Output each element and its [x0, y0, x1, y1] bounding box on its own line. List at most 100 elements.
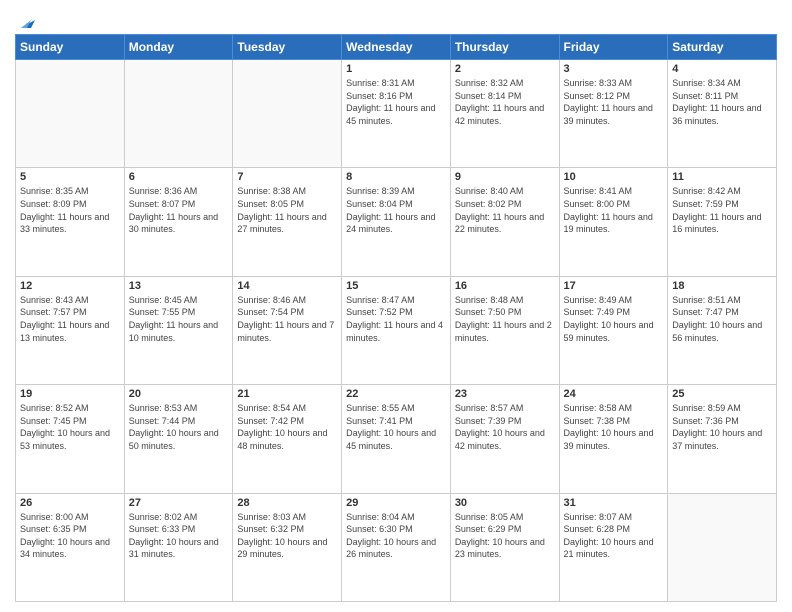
day-number: 1: [346, 63, 446, 75]
day-info: Sunrise: 8:59 AM Sunset: 7:36 PM Dayligh…: [672, 402, 772, 452]
calendar-cell: 25 Sunrise: 8:59 AM Sunset: 7:36 PM Dayli…: [668, 385, 777, 493]
calendar-cell: 18 Sunrise: 8:51 AM Sunset: 7:47 PM Dayli…: [668, 276, 777, 384]
day-info: Sunrise: 8:48 AM Sunset: 7:50 PM Dayligh…: [455, 294, 555, 344]
calendar-week-1: 1 Sunrise: 8:31 AM Sunset: 8:16 PM Daylig…: [16, 60, 777, 168]
day-header-sunday: Sunday: [16, 35, 125, 60]
logo-icon: [17, 10, 39, 32]
day-info: Sunrise: 8:03 AM Sunset: 6:32 PM Dayligh…: [237, 511, 337, 561]
day-info: Sunrise: 8:49 AM Sunset: 7:49 PM Dayligh…: [564, 294, 664, 344]
calendar-cell: 20 Sunrise: 8:53 AM Sunset: 7:44 PM Dayli…: [124, 385, 233, 493]
calendar-cell: 2Sunrise: 8:32 AM Sunset: 8:14 PM Daylig…: [450, 60, 559, 168]
day-number: 23: [455, 388, 555, 400]
calendar-cell: 14 Sunrise: 8:46 AM Sunset: 7:54 PM Dayli…: [233, 276, 342, 384]
calendar-week-3: 12 Sunrise: 8:43 AM Sunset: 7:57 PM Dayli…: [16, 276, 777, 384]
calendar-cell: 6 Sunrise: 8:36 AM Sunset: 8:07 PM Daylig…: [124, 168, 233, 276]
day-number: 31: [564, 497, 664, 509]
day-number: 9: [455, 171, 555, 183]
day-info: Sunrise: 8:33 AM Sunset: 8:12 PM Dayligh…: [564, 77, 664, 127]
calendar-week-5: 26 Sunrise: 8:00 AM Sunset: 6:35 PM Dayli…: [16, 493, 777, 601]
day-info: Sunrise: 8:41 AM Sunset: 8:00 PM Dayligh…: [564, 185, 664, 235]
day-info: Sunrise: 8:47 AM Sunset: 7:52 PM Dayligh…: [346, 294, 446, 344]
calendar-cell: 28 Sunrise: 8:03 AM Sunset: 6:32 PM Dayli…: [233, 493, 342, 601]
day-header-wednesday: Wednesday: [342, 35, 451, 60]
day-number: 4: [672, 63, 772, 75]
day-info: Sunrise: 8:55 AM Sunset: 7:41 PM Dayligh…: [346, 402, 446, 452]
page: SundayMondayTuesdayWednesdayThursdayFrid…: [0, 0, 792, 612]
day-number: 14: [237, 280, 337, 292]
day-number: 3: [564, 63, 664, 75]
calendar-cell: 23 Sunrise: 8:57 AM Sunset: 7:39 PM Dayli…: [450, 385, 559, 493]
day-number: 13: [129, 280, 229, 292]
day-number: 26: [20, 497, 120, 509]
day-number: 19: [20, 388, 120, 400]
day-info: Sunrise: 8:35 AM Sunset: 8:09 PM Dayligh…: [20, 185, 120, 235]
day-number: 12: [20, 280, 120, 292]
calendar-cell: 22 Sunrise: 8:55 AM Sunset: 7:41 PM Dayli…: [342, 385, 451, 493]
day-number: 5: [20, 171, 120, 183]
day-number: 21: [237, 388, 337, 400]
day-header-monday: Monday: [124, 35, 233, 60]
day-number: 10: [564, 171, 664, 183]
day-number: 25: [672, 388, 772, 400]
calendar-cell: 9Sunrise: 8:40 AM Sunset: 8:02 PM Daylig…: [450, 168, 559, 276]
day-info: Sunrise: 8:52 AM Sunset: 7:45 PM Dayligh…: [20, 402, 120, 452]
calendar-cell: 3 Sunrise: 8:33 AM Sunset: 8:12 PM Daylig…: [559, 60, 668, 168]
day-number: 22: [346, 388, 446, 400]
day-number: 8: [346, 171, 446, 183]
day-info: Sunrise: 8:38 AM Sunset: 8:05 PM Dayligh…: [237, 185, 337, 235]
day-number: 6: [129, 171, 229, 183]
day-header-thursday: Thursday: [450, 35, 559, 60]
day-info: Sunrise: 8:00 AM Sunset: 6:35 PM Dayligh…: [20, 511, 120, 561]
calendar-cell: 11Sunrise: 8:42 AM Sunset: 7:59 PM Dayli…: [668, 168, 777, 276]
calendar-cell: 30 Sunrise: 8:05 AM Sunset: 6:29 PM Dayli…: [450, 493, 559, 601]
day-info: Sunrise: 8:34 AM Sunset: 8:11 PM Dayligh…: [672, 77, 772, 127]
calendar-cell: 5 Sunrise: 8:35 AM Sunset: 8:09 PM Daylig…: [16, 168, 125, 276]
calendar-cell: 12 Sunrise: 8:43 AM Sunset: 7:57 PM Dayli…: [16, 276, 125, 384]
calendar-cell: [668, 493, 777, 601]
calendar-cell: 27 Sunrise: 8:02 AM Sunset: 6:33 PM Dayli…: [124, 493, 233, 601]
day-number: 7: [237, 171, 337, 183]
calendar-cell: 17 Sunrise: 8:49 AM Sunset: 7:49 PM Dayli…: [559, 276, 668, 384]
day-number: 29: [346, 497, 446, 509]
day-info: Sunrise: 8:51 AM Sunset: 7:47 PM Dayligh…: [672, 294, 772, 344]
day-number: 20: [129, 388, 229, 400]
calendar-cell: 7 Sunrise: 8:38 AM Sunset: 8:05 PM Daylig…: [233, 168, 342, 276]
calendar-cell: 8Sunrise: 8:39 AM Sunset: 8:04 PM Daylig…: [342, 168, 451, 276]
calendar-cell: 21 Sunrise: 8:54 AM Sunset: 7:42 PM Dayli…: [233, 385, 342, 493]
day-info: Sunrise: 8:05 AM Sunset: 6:29 PM Dayligh…: [455, 511, 555, 561]
day-info: Sunrise: 8:43 AM Sunset: 7:57 PM Dayligh…: [20, 294, 120, 344]
day-info: Sunrise: 8:45 AM Sunset: 7:55 PM Dayligh…: [129, 294, 229, 344]
logo: [15, 10, 39, 26]
calendar-cell: 31Sunrise: 8:07 AM Sunset: 6:28 PM Dayli…: [559, 493, 668, 601]
day-number: 2: [455, 63, 555, 75]
calendar-cell: [16, 60, 125, 168]
day-header-tuesday: Tuesday: [233, 35, 342, 60]
day-number: 16: [455, 280, 555, 292]
day-header-saturday: Saturday: [668, 35, 777, 60]
day-number: 17: [564, 280, 664, 292]
calendar-cell: 10 Sunrise: 8:41 AM Sunset: 8:00 PM Dayli…: [559, 168, 668, 276]
day-number: 30: [455, 497, 555, 509]
day-number: 18: [672, 280, 772, 292]
day-info: Sunrise: 8:02 AM Sunset: 6:33 PM Dayligh…: [129, 511, 229, 561]
day-info: Sunrise: 8:31 AM Sunset: 8:16 PM Dayligh…: [346, 77, 446, 127]
day-info: Sunrise: 8:53 AM Sunset: 7:44 PM Dayligh…: [129, 402, 229, 452]
calendar-cell: [233, 60, 342, 168]
day-info: Sunrise: 8:58 AM Sunset: 7:38 PM Dayligh…: [564, 402, 664, 452]
calendar-cell: 26 Sunrise: 8:00 AM Sunset: 6:35 PM Dayli…: [16, 493, 125, 601]
calendar-cell: 19 Sunrise: 8:52 AM Sunset: 7:45 PM Dayli…: [16, 385, 125, 493]
calendar-week-2: 5 Sunrise: 8:35 AM Sunset: 8:09 PM Daylig…: [16, 168, 777, 276]
day-info: Sunrise: 8:36 AM Sunset: 8:07 PM Dayligh…: [129, 185, 229, 235]
day-info: Sunrise: 8:57 AM Sunset: 7:39 PM Dayligh…: [455, 402, 555, 452]
day-number: 27: [129, 497, 229, 509]
day-info: Sunrise: 8:54 AM Sunset: 7:42 PM Dayligh…: [237, 402, 337, 452]
day-info: Sunrise: 8:04 AM Sunset: 6:30 PM Dayligh…: [346, 511, 446, 561]
day-number: 28: [237, 497, 337, 509]
day-info: Sunrise: 8:46 AM Sunset: 7:54 PM Dayligh…: [237, 294, 337, 344]
day-number: 11: [672, 171, 772, 183]
calendar-cell: 24Sunrise: 8:58 AM Sunset: 7:38 PM Dayli…: [559, 385, 668, 493]
calendar-cell: 16 Sunrise: 8:48 AM Sunset: 7:50 PM Dayli…: [450, 276, 559, 384]
day-number: 15: [346, 280, 446, 292]
calendar-cell: 4 Sunrise: 8:34 AM Sunset: 8:11 PM Daylig…: [668, 60, 777, 168]
calendar-cell: 1 Sunrise: 8:31 AM Sunset: 8:16 PM Daylig…: [342, 60, 451, 168]
